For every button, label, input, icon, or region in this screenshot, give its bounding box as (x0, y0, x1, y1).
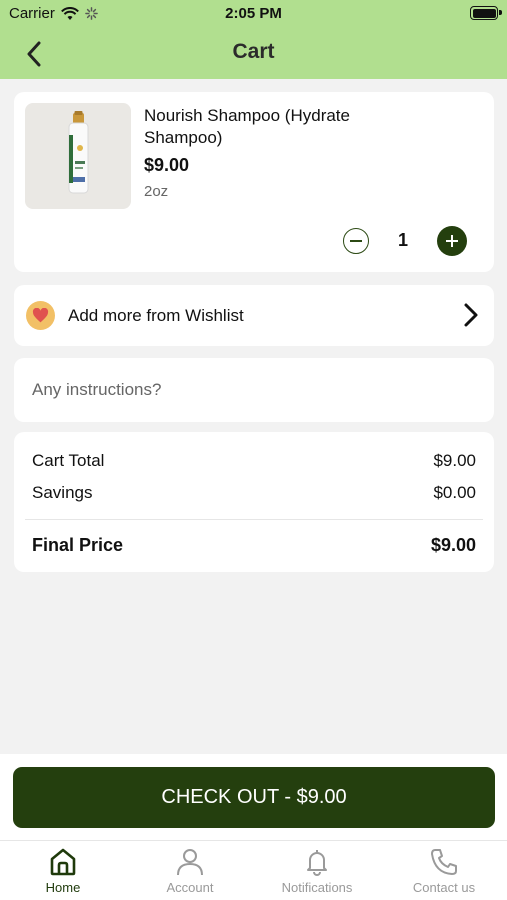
battery-level (472, 8, 496, 18)
battery-tip (499, 10, 502, 15)
tab-contact[interactable]: Contact us (381, 841, 507, 900)
chevron-right-icon (464, 303, 478, 327)
page-title: Cart (232, 40, 275, 63)
app-header: Carrier 2:05 PM Cart (0, 0, 507, 79)
wishlist-label: Add more from Wishlist (68, 306, 244, 325)
tab-account-label: Account (166, 880, 214, 895)
tab-bar: Home Account Notifications Contact us (0, 840, 507, 900)
product-price: $9.00 (144, 155, 190, 175)
nav-bar: Cart (0, 28, 507, 79)
product-image[interactable] (25, 103, 131, 209)
savings-label: Savings (32, 483, 93, 502)
minus-icon (350, 240, 362, 242)
shampoo-bottle-icon (68, 111, 89, 194)
status-time: 2:05 PM (225, 5, 282, 22)
heart-badge (26, 301, 55, 330)
tab-contact-label: Contact us (412, 880, 476, 895)
status-bar: Carrier 2:05 PM (0, 0, 507, 28)
home-icon (50, 848, 76, 876)
instructions-card (14, 358, 494, 422)
cart-item-card: Nourish Shampoo (Hydrate Shampoo) $9.00 … (14, 92, 494, 272)
savings-value: $0.00 (433, 483, 476, 502)
tab-home[interactable]: Home (0, 841, 126, 900)
battery-icon (470, 6, 502, 20)
price-summary-card: Cart Total $9.00 Savings $0.00 Final Pri… (14, 432, 494, 572)
instructions-input[interactable] (14, 358, 494, 422)
user-icon (177, 849, 203, 876)
final-price-label: Final Price (32, 535, 124, 555)
cart-total-value: $9.00 (433, 451, 476, 470)
tab-home-label: Home (45, 880, 81, 895)
phone-icon (431, 849, 457, 875)
product-name[interactable]: Nourish Shampoo (Hydrate Shampoo) (144, 105, 404, 149)
summary-divider (25, 519, 483, 520)
final-price-value: $9.00 (430, 535, 476, 555)
tab-notifications-label: Notifications (281, 880, 353, 895)
tab-notifications[interactable]: Notifications (254, 841, 380, 900)
heart-icon (32, 308, 49, 323)
tab-account[interactable]: Account (127, 841, 253, 900)
product-size: 2oz (144, 183, 169, 200)
checkout-button[interactable]: CHECK OUT - $9.00 (13, 767, 495, 828)
bell-icon (307, 850, 327, 876)
decrease-quantity-button[interactable] (343, 228, 369, 254)
cart-total-label: Cart Total (32, 451, 105, 470)
increase-quantity-button[interactable] (437, 226, 467, 256)
plus-icon-v (451, 235, 453, 247)
wishlist-row[interactable]: Add more from Wishlist (14, 285, 494, 346)
quantity-value: 1 (397, 230, 408, 250)
